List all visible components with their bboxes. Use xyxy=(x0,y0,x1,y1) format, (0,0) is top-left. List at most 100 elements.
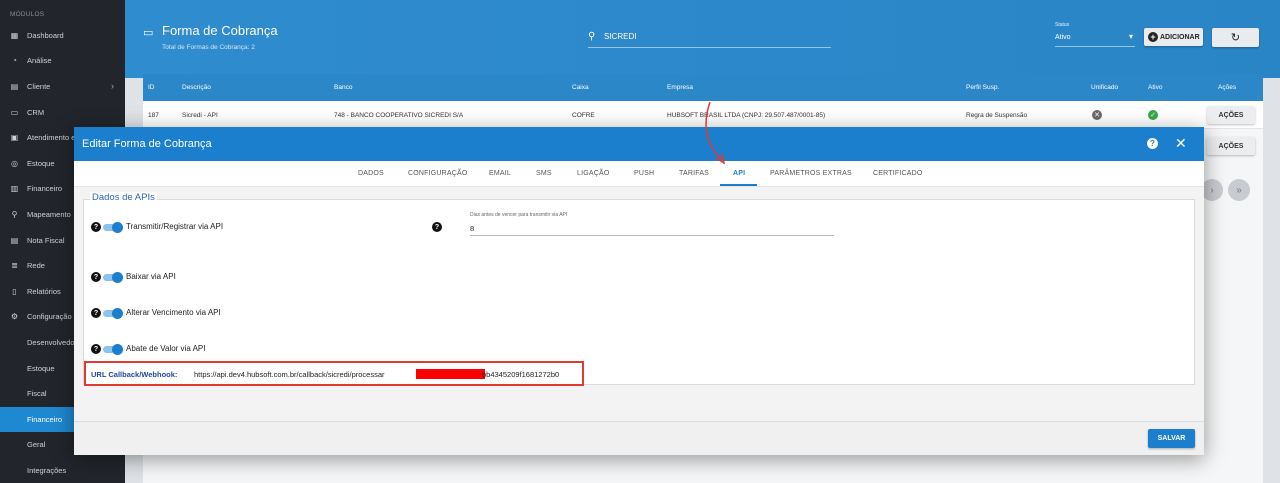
add-button-label: ADICIONAR xyxy=(1160,33,1200,41)
support-icon: ▣ xyxy=(10,133,19,143)
map-pin-icon: ⚲ xyxy=(11,209,18,219)
download-api-toggle[interactable] xyxy=(103,272,123,283)
client-icon: ▤ xyxy=(10,81,19,91)
add-button[interactable]: + ADICIONAR xyxy=(1144,28,1203,46)
help-icon[interactable]: ? xyxy=(91,222,101,232)
col-empresa: Empresa xyxy=(667,84,694,91)
tab-tarifas[interactable]: TARIFAS xyxy=(679,170,709,177)
tab-email[interactable]: EMAIL xyxy=(489,170,511,177)
plus-icon: + xyxy=(1148,32,1158,42)
row-actions-button[interactable]: AÇÕES xyxy=(1207,106,1255,124)
download-api-label: Baixar via API xyxy=(126,272,176,281)
col-id: ID xyxy=(148,84,155,91)
help-icon[interactable]: ? xyxy=(91,272,101,282)
callback-url-end[interactable]: bb4345209f1681272b0 xyxy=(482,370,559,379)
sidebar-subitem-integra-es[interactable]: Integrações xyxy=(0,458,125,483)
dashboard-icon: ▦ xyxy=(10,30,19,40)
gear-icon: ⚙ xyxy=(10,312,19,322)
stock-icon: ◎ xyxy=(11,158,18,168)
row-actions-button-2[interactable]: AÇÕES xyxy=(1207,137,1255,155)
table-header: ID Descrição Banco Caixa Empresa Perfil … xyxy=(143,74,1263,101)
value-discount-api-label: Abate de Valor via API xyxy=(126,344,206,353)
tab-certificado[interactable]: CERTIFICADO xyxy=(873,170,923,177)
days-field-underline xyxy=(470,235,834,236)
sidebar-item-an-lise[interactable]: ◔ Análise xyxy=(0,48,125,74)
finance-icon: ▥ xyxy=(10,184,19,194)
sidebar-item-label: Relatórios xyxy=(27,286,61,296)
value-discount-api-toggle[interactable] xyxy=(103,344,123,355)
tab-parametros-extras[interactable]: PARÂMETROS EXTRAS xyxy=(770,170,852,177)
cell-descricao: Sicredi - API xyxy=(182,112,218,119)
sidebar-item-crm[interactable]: ▭ CRM xyxy=(0,99,125,125)
modal-tabs: DADOS CONFIGURAÇÃO EMAIL SMS LIGAÇÃO PUS… xyxy=(74,161,1204,187)
transmit-api-toggle[interactable] xyxy=(103,222,123,233)
sidebar-item-label: Financeiro xyxy=(27,184,63,194)
caret-down-icon[interactable]: ▾ xyxy=(1129,32,1133,41)
api-panel xyxy=(83,199,1195,385)
cell-perfil: Regra de Suspensão xyxy=(966,112,1028,119)
report-icon: ▯ xyxy=(12,286,17,296)
page-header: ▭ Forma de Cobrança Total de Formas de C… xyxy=(125,0,1280,78)
tab-dados[interactable]: DADOS xyxy=(358,170,384,177)
days-field-label: Dias antes de vencer para transmitir via… xyxy=(470,212,568,218)
tab-configuracao[interactable]: CONFIGURAÇÃO xyxy=(408,170,468,177)
save-button[interactable]: SALVAR xyxy=(1148,429,1195,448)
callback-url[interactable]: https://api.dev4.hubsoft.com.br/callback… xyxy=(194,370,385,379)
change-due-api-toggle[interactable] xyxy=(103,308,123,319)
transmit-api-label: Transmitir/Registrar via API xyxy=(126,222,224,231)
search-icon: ⚲ xyxy=(588,31,596,42)
col-acoes: Ações xyxy=(1218,84,1237,91)
tab-push[interactable]: PUSH xyxy=(634,170,654,177)
cell-id: 187 xyxy=(148,112,159,119)
sidebar-item-label: Nota Fiscal xyxy=(27,235,65,245)
help-icon[interactable]: ? xyxy=(432,222,442,232)
chevron-right-icon: › xyxy=(111,81,114,92)
sidebar-item-cliente[interactable]: ▤ Cliente › xyxy=(0,74,125,100)
last-page-button[interactable]: » xyxy=(1228,179,1250,201)
close-icon[interactable]: ✕ xyxy=(1175,135,1187,152)
callback-label: URL Callback/Webhook: xyxy=(91,370,178,379)
tab-ligacao[interactable]: LIGAÇÃO xyxy=(577,170,610,177)
cell-caixa: COFRE xyxy=(572,112,595,119)
col-caixa: Caixa xyxy=(572,84,589,91)
modal-title: Editar Forma de Cobrança xyxy=(82,138,212,150)
crm-icon: ▭ xyxy=(10,107,19,117)
sidebar-item-label: Mapeamento xyxy=(27,209,71,219)
edit-billing-modal: Editar Forma de Cobrança ? ✕ DADOS CONFI… xyxy=(74,127,1204,455)
next-page-button[interactable]: › xyxy=(1201,179,1223,201)
sidebar-item-dashboard[interactable]: ▦ Dashboard xyxy=(0,23,125,49)
change-due-api-label: Alterar Vencimento via API xyxy=(126,308,221,317)
refresh-button[interactable]: ↻ xyxy=(1212,28,1259,47)
page-subtitle: Total de Formas de Cobrança: 2 xyxy=(162,44,255,51)
network-icon: ≣ xyxy=(11,261,18,271)
page-title: Forma de Cobrança xyxy=(162,23,278,38)
cell-banco: 748 - BANCO COOPERATIVO SICREDI S/A xyxy=(334,112,464,119)
sidebar-item-label: Estoque xyxy=(27,158,55,168)
sidebar-item-label: Rede xyxy=(27,261,45,271)
payment-method-icon: ▭ xyxy=(143,27,154,39)
tab-api[interactable]: API xyxy=(733,170,745,177)
status-select[interactable]: Ativo xyxy=(1055,34,1071,41)
sidebar-item-label: CRM xyxy=(27,107,45,117)
days-field-input[interactable]: 8 xyxy=(470,224,474,233)
panel-title: Dados de APIs xyxy=(90,192,157,203)
annotation-arrow xyxy=(705,101,726,165)
status-label: Status xyxy=(1055,22,1070,28)
col-unificado: Unificado xyxy=(1091,84,1119,91)
search-input[interactable]: SICREDI xyxy=(604,32,636,41)
active-tab-indicator xyxy=(720,184,757,186)
sidebar-item-label: Cliente xyxy=(27,81,51,91)
invoice-icon: ▤ xyxy=(10,235,19,245)
unified-no-icon: ✕ xyxy=(1092,110,1102,120)
refresh-icon: ↻ xyxy=(1230,32,1241,44)
sidebar-item-label: Análise xyxy=(27,56,52,66)
help-icon[interactable]: ? xyxy=(91,308,101,318)
redaction-mark xyxy=(416,369,485,379)
help-icon[interactable]: ? xyxy=(91,344,101,354)
tab-sms[interactable]: SMS xyxy=(536,170,552,177)
help-icon[interactable]: ? xyxy=(1147,138,1158,149)
modal-header: Editar Forma de Cobrança ? ✕ xyxy=(74,127,1204,161)
search-underline xyxy=(588,47,831,48)
cell-empresa: HUBSOFT BRASIL LTDA (CNPJ: 29.507.487/00… xyxy=(667,112,826,119)
status-underline xyxy=(1055,46,1135,47)
